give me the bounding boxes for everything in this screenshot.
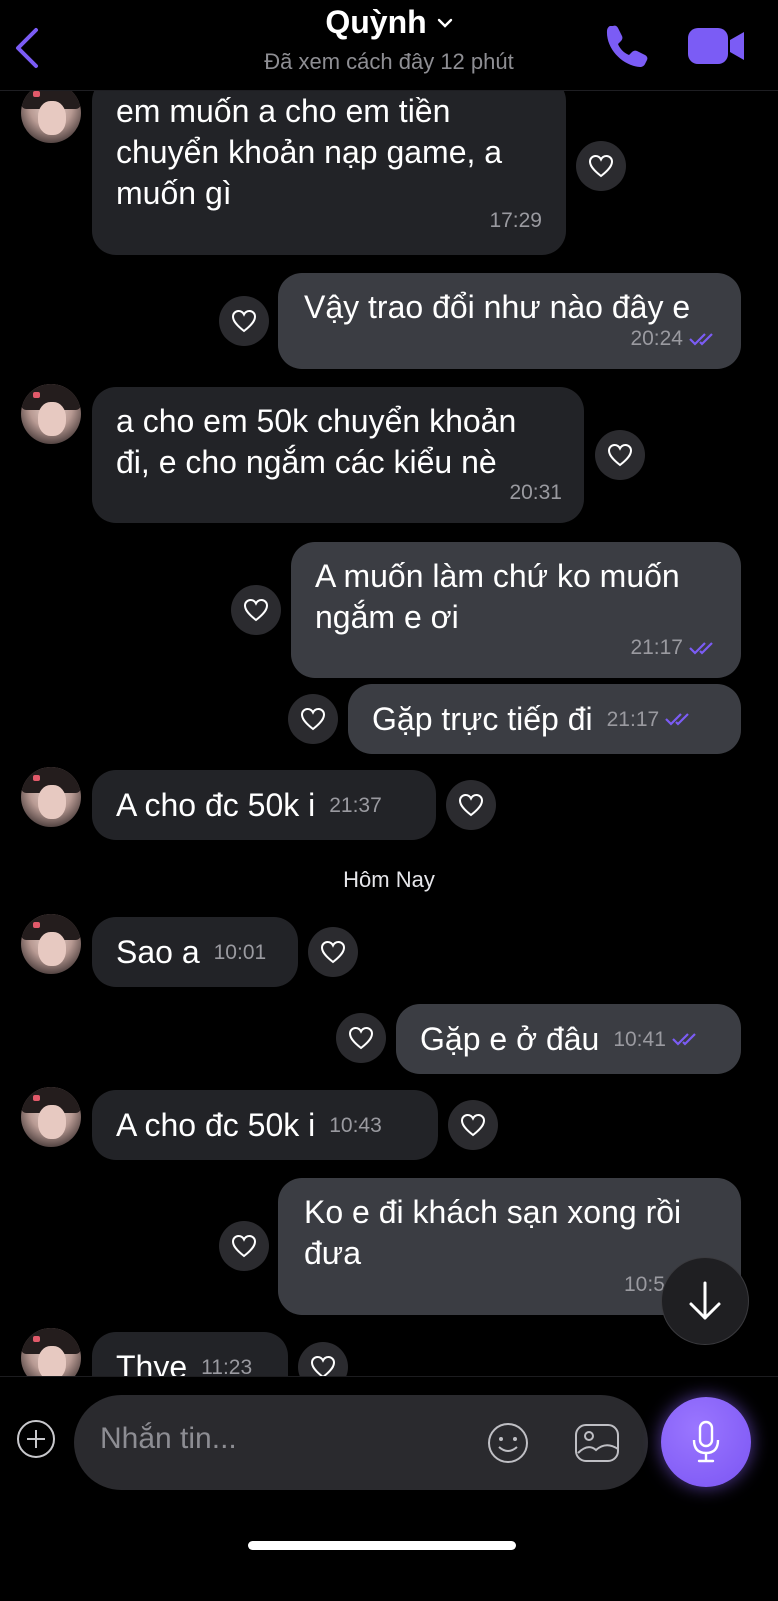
react-heart-button[interactable] bbox=[308, 927, 358, 977]
react-heart-button[interactable] bbox=[288, 694, 338, 744]
read-double-check-icon bbox=[689, 641, 713, 655]
microphone-icon bbox=[692, 1420, 720, 1463]
message-bubble-incoming[interactable]: em muốn a cho em tiền chuyển khoản nạp g… bbox=[92, 91, 566, 255]
contact-avatar[interactable] bbox=[21, 384, 81, 444]
react-heart-button[interactable] bbox=[231, 585, 281, 635]
date-separator: Hôm Nay bbox=[343, 867, 435, 892]
message-time: 21:37 bbox=[329, 793, 382, 817]
react-heart-button[interactable] bbox=[219, 296, 269, 346]
message-list[interactable]: em muốn a cho em tiền chuyển khoản nạp g… bbox=[0, 91, 778, 1406]
message-text-line: a cho em 50k chuyển khoản bbox=[116, 403, 517, 439]
arrow-down-icon bbox=[689, 1281, 721, 1320]
heart-icon bbox=[231, 309, 257, 333]
react-heart-button[interactable] bbox=[446, 780, 496, 830]
message-meta: 20:24 bbox=[630, 318, 721, 359]
heart-icon bbox=[300, 707, 326, 731]
heart-icon bbox=[460, 1113, 486, 1137]
message-time: 10:01 bbox=[213, 940, 267, 964]
message-text: A cho đc 50k i bbox=[116, 786, 316, 823]
message-text: Sao a bbox=[116, 933, 200, 970]
message-meta: 21:17 bbox=[630, 627, 721, 668]
phone-icon[interactable] bbox=[604, 22, 650, 68]
heart-icon bbox=[320, 940, 346, 964]
message-text-line: Ko e đi khách sạn xong rồi bbox=[304, 1194, 682, 1230]
message-text-line: em muốn a cho em tiền bbox=[116, 93, 451, 129]
message-meta: 10:41 bbox=[613, 1019, 704, 1060]
message-time: 10:5 bbox=[624, 1273, 665, 1296]
message-time: 21:17 bbox=[630, 636, 683, 659]
message-bubble-incoming[interactable]: a cho em 50k chuyển khoản đi, e cho ngắm… bbox=[92, 387, 584, 523]
message-time: 20:24 bbox=[630, 327, 683, 350]
contact-name[interactable]: Quỳnh bbox=[325, 4, 426, 41]
message-bubble-outgoing[interactable]: Gặp e ở đâu 10:41 bbox=[396, 1004, 741, 1074]
heart-icon bbox=[348, 1026, 374, 1050]
chevron-down-icon[interactable] bbox=[437, 18, 453, 28]
plus-circle-icon[interactable] bbox=[16, 1419, 56, 1459]
message-text-line: A muốn làm chứ ko muốn bbox=[315, 558, 680, 594]
heart-icon bbox=[243, 598, 269, 622]
scroll-to-bottom-button[interactable] bbox=[661, 1257, 749, 1345]
message-text-line: muốn gì bbox=[116, 175, 232, 211]
emoji-icon[interactable] bbox=[487, 1422, 529, 1464]
gallery-icon[interactable] bbox=[574, 1421, 620, 1465]
message-time: 10:43 bbox=[329, 1113, 382, 1137]
heart-icon bbox=[607, 443, 633, 467]
message-bubble-incoming[interactable]: A cho đc 50k i 10:43 bbox=[92, 1090, 438, 1160]
message-text-line: ngắm e ơi bbox=[315, 599, 459, 635]
message-meta: 21:17 bbox=[607, 699, 698, 740]
message-text: A cho đc 50k i bbox=[116, 1106, 316, 1143]
read-double-check-icon bbox=[672, 1033, 696, 1046]
heart-icon bbox=[231, 1234, 257, 1258]
read-double-check-icon bbox=[665, 713, 689, 726]
message-text-line: chuyển khoản nạp game, a bbox=[116, 134, 503, 170]
heart-icon bbox=[588, 154, 614, 178]
message-bubble-outgoing[interactable]: A muốn làm chứ ko muốn ngắm e ơi 21:17 bbox=[291, 542, 741, 678]
message-time: 17:29 bbox=[489, 209, 542, 232]
message-text: Gặp trực tiếp đi bbox=[372, 700, 593, 737]
heart-icon bbox=[458, 793, 484, 817]
message-bubble-outgoing[interactable]: Vậy trao đổi như nào đây e 20:24 bbox=[278, 273, 741, 369]
message-time: 10:41 bbox=[613, 1027, 666, 1051]
last-seen-status: Đã xem cách đây 12 phút bbox=[264, 49, 514, 74]
contact-avatar[interactable] bbox=[21, 1087, 81, 1147]
message-time: 20:31 bbox=[509, 481, 562, 504]
composer-bar: Nhắn tin... bbox=[0, 1376, 778, 1601]
video-camera-icon[interactable] bbox=[688, 26, 746, 66]
react-heart-button[interactable] bbox=[576, 141, 626, 191]
react-heart-button[interactable] bbox=[448, 1100, 498, 1150]
message-bubble-incoming[interactable]: A cho đc 50k i 21:37 bbox=[92, 770, 436, 840]
react-heart-button[interactable] bbox=[219, 1221, 269, 1271]
contact-avatar[interactable] bbox=[21, 767, 81, 827]
voice-record-button[interactable] bbox=[661, 1397, 751, 1487]
react-heart-button[interactable] bbox=[336, 1013, 386, 1063]
contact-info[interactable]: Quỳnh Đã xem cách đây 12 phút bbox=[0, 4, 778, 75]
chat-header: Quỳnh Đã xem cách đây 12 phút bbox=[0, 0, 778, 91]
contact-avatar[interactable] bbox=[21, 914, 81, 974]
message-time: 21:17 bbox=[606, 707, 660, 731]
home-indicator bbox=[248, 1541, 516, 1550]
react-heart-button[interactable] bbox=[595, 430, 645, 480]
message-bubble-incoming[interactable]: Sao a 10:01 bbox=[92, 917, 298, 987]
message-bubble-outgoing[interactable]: Gặp trực tiếp đi 21:17 bbox=[348, 684, 741, 754]
message-text-line: đi, e cho ngắm các kiểu nè bbox=[116, 444, 497, 480]
read-double-check-icon bbox=[689, 332, 713, 346]
message-input-placeholder: Nhắn tin... bbox=[100, 1422, 237, 1455]
message-text: Gặp e ở đâu bbox=[420, 1020, 600, 1057]
contact-avatar[interactable] bbox=[21, 91, 81, 143]
message-input[interactable]: Nhắn tin... bbox=[74, 1395, 648, 1490]
